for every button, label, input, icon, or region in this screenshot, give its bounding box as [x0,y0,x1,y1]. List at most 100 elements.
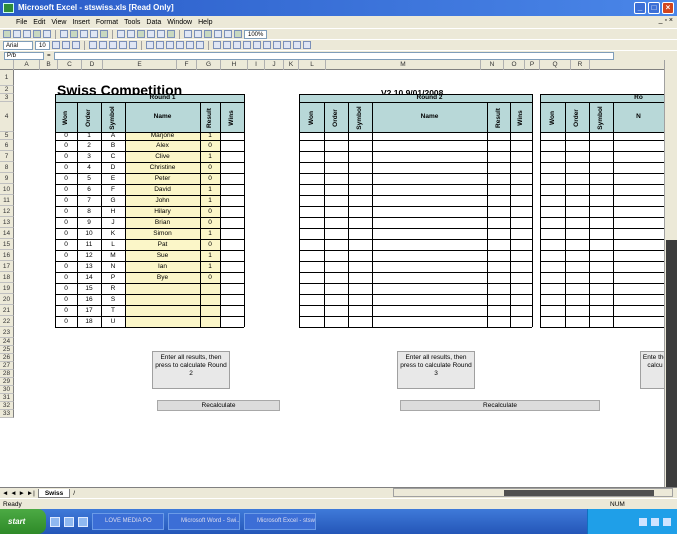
toolbar-icon[interactable] [118,41,127,49]
round1-result-cell[interactable]: 0 [200,239,220,250]
toolbar-icon[interactable] [272,41,281,49]
row-header-20[interactable]: 20 [0,294,14,305]
calculate-round4-button[interactable]: Ente the calcu [640,351,664,389]
calculate-round3-button[interactable]: Enter all results, then press to calcula… [397,351,475,389]
round1-name-cell[interactable]: Sue [125,250,200,261]
row-header-27[interactable]: 27 [0,362,14,370]
round1-result-cell[interactable]: 0 [200,173,220,184]
toolbar-icon[interactable] [98,41,107,49]
round1-result-cell[interactable]: 1 [200,195,220,206]
row-header-24[interactable]: 24 [0,338,14,346]
quicklaunch-icon[interactable] [78,516,88,527]
row-header-9[interactable]: 9 [0,173,14,184]
taskbar-item[interactable]: LOVE MEDIA PO [92,513,164,530]
toolbar-icon[interactable] [302,41,311,49]
round1-result-cell[interactable] [200,305,220,316]
toolbar-icon[interactable] [165,41,174,49]
row-header-19[interactable]: 19 [0,283,14,294]
vertical-scrollbar[interactable] [664,60,677,500]
font-name-box[interactable]: Arial [3,40,33,50]
toolbar-icon[interactable] [71,41,80,49]
round1-result-cell[interactable] [200,283,220,294]
menu-item-tools[interactable]: Tools [124,19,140,26]
document-window-controls[interactable]: _ ▫ × [659,17,673,24]
toolbar-icon[interactable] [282,41,291,49]
recalculate-button-2[interactable]: Recalculate [400,400,600,411]
toolbar-icon[interactable] [127,30,135,38]
toolbar-icon[interactable] [155,41,164,49]
toolbar-icon[interactable] [224,30,232,38]
toolbar-icon[interactable] [61,41,70,49]
column-header-m[interactable]: M [326,60,481,70]
column-header-r[interactable]: R [571,60,590,70]
column-header-q[interactable]: Q [540,60,571,70]
round1-result-cell[interactable]: 1 [200,132,220,140]
toolbar-icon[interactable] [184,30,192,38]
close-button[interactable]: × [662,2,674,14]
toolbar-icon[interactable] [167,30,175,38]
toolbar-icon[interactable] [13,30,21,38]
column-header-j[interactable]: J [265,60,284,70]
toolbar-icon[interactable] [175,41,184,49]
font-size-box[interactable]: 10 [35,40,50,50]
toolbar-icon[interactable] [292,41,301,49]
round1-result-cell[interactable]: 1 [200,250,220,261]
column-header-f[interactable]: F [177,60,197,70]
column-header-k[interactable]: K [284,60,299,70]
round1-result-cell[interactable]: 0 [200,272,220,283]
row-header-16[interactable]: 16 [0,250,14,261]
row-header-26[interactable]: 26 [0,354,14,362]
row-header-12[interactable]: 12 [0,206,14,217]
toolbar-icon[interactable] [147,30,155,38]
row-header-32[interactable]: 32 [0,402,14,410]
round1-result-cell[interactable]: 1 [200,261,220,272]
vertical-scroll-thumb[interactable] [666,240,677,500]
column-header-a[interactable]: A [14,60,40,70]
row-header-1[interactable]: 1 [0,70,14,86]
row-header-23[interactable]: 23 [0,327,14,338]
toolbar-icon[interactable] [145,41,154,49]
row-header-15[interactable]: 15 [0,239,14,250]
round1-result-cell[interactable]: 1 [200,151,220,162]
toolbar-icon[interactable] [185,41,194,49]
toolbar-icon[interactable] [108,41,117,49]
row-header-21[interactable]: 21 [0,305,14,316]
toolbar-icon[interactable] [70,30,78,38]
row-header-25[interactable]: 25 [0,346,14,354]
round1-name-cell[interactable]: Pat [125,239,200,250]
round1-name-cell[interactable] [125,305,200,316]
toolbar-icon[interactable] [232,41,241,49]
menu-item-data[interactable]: Data [146,19,161,26]
toolbar-icon[interactable] [43,30,51,38]
round1-result-cell[interactable]: 0 [200,162,220,173]
toolbar-icon[interactable] [204,30,212,38]
round1-result-cell[interactable]: 0 [200,140,220,151]
column-header-h[interactable]: H [221,60,248,70]
toolbar-icon[interactable] [33,30,41,38]
round1-name-cell[interactable]: Christine [125,162,200,173]
select-all-corner[interactable] [0,60,14,70]
toolbar-icon[interactable] [3,30,11,38]
calculate-round2-button[interactable]: Enter all results, then press to calcula… [152,351,230,389]
column-header-n[interactable]: N [481,60,504,70]
column-header-l[interactable]: L [299,60,326,70]
row-header-33[interactable]: 33 [0,410,14,418]
menu-item-view[interactable]: View [51,19,66,26]
toolbar-icon[interactable] [214,30,222,38]
row-header-8[interactable]: 8 [0,162,14,173]
taskbar-item[interactable]: Microsoft Excel - stsw... [244,513,316,530]
column-header-g[interactable]: G [197,60,221,70]
row-header-14[interactable]: 14 [0,228,14,239]
menu-item-insert[interactable]: Insert [72,19,90,26]
column-header-d[interactable]: D [82,60,103,70]
toolbar-icon[interactable] [90,30,98,38]
round1-name-cell[interactable]: Peter [125,173,200,184]
round1-name-cell[interactable] [125,294,200,305]
round1-name-cell[interactable]: Hilary [125,206,200,217]
formula-input[interactable] [53,51,614,60]
column-header-i[interactable]: I [248,60,265,70]
column-header-e[interactable]: E [103,60,177,70]
toolbar-icon[interactable] [157,30,165,38]
toolbar-icon[interactable] [117,30,125,38]
toolbar-icon[interactable] [60,30,68,38]
